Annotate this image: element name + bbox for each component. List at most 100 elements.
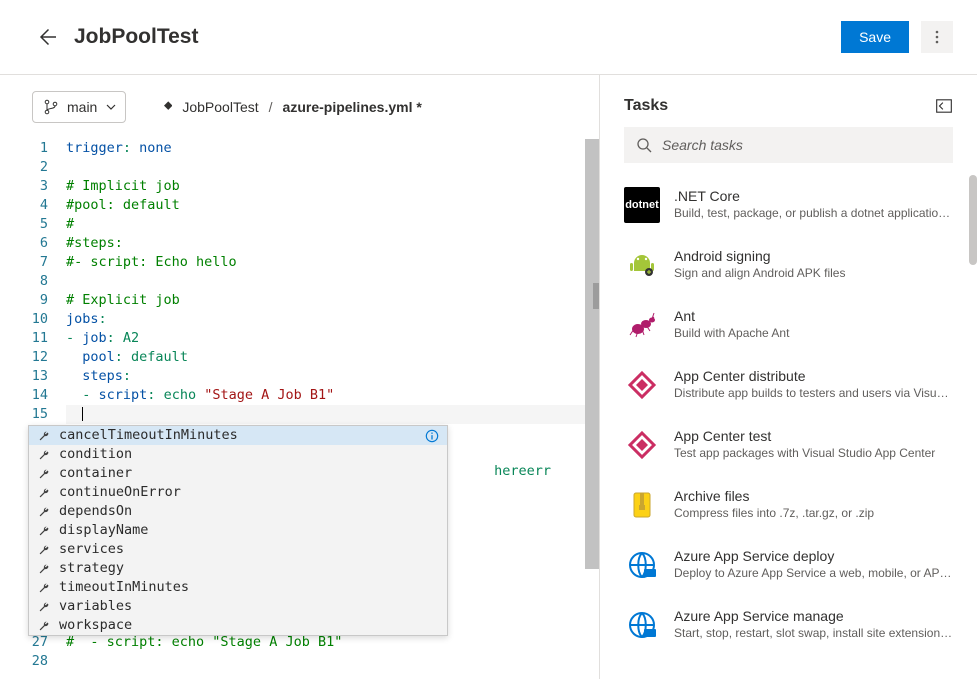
code-line[interactable]: #pool: default [66,196,591,215]
branch-name: main [67,99,97,115]
suggest-item[interactable]: dependsOn [29,502,447,521]
suggest-item[interactable]: displayName [29,521,447,540]
task-title: Azure App Service manage [674,607,953,625]
code-line[interactable]: - script: echo "Stage A Job B1" [66,386,591,405]
editor-scrollbar[interactable] [585,139,599,679]
dotnet-icon: dotnet [624,187,660,223]
task-list-scrollbar[interactable] [969,175,977,679]
task-item-android[interactable]: Android signingSign and align Android AP… [600,235,965,295]
task-item-asdeploy[interactable]: Azure App Service deployDeploy to Azure … [600,535,965,595]
code-line[interactable] [66,405,591,424]
suggest-item-label: continueOnError [59,483,439,502]
breadcrumb-project[interactable]: JobPoolTest [182,99,258,115]
task-desc: Test app packages with Visual Studio App… [674,445,953,461]
wrench-icon [37,543,51,557]
intellisense-popup[interactable]: cancelTimeoutInMinutesconditioncontainer… [28,425,448,636]
task-title: App Center distribute [674,367,953,385]
wrench-icon [37,448,51,462]
wrench-icon [37,429,51,443]
suggest-item-label: container [59,464,439,483]
code-line[interactable]: pool: default [66,348,591,367]
info-icon[interactable] [425,429,439,443]
wrench-icon [37,619,51,633]
task-list-scrollbar-thumb[interactable] [969,175,977,265]
wrench-icon [37,581,51,595]
task-title: Archive files [674,487,953,505]
code-line[interactable]: trigger: none [66,139,591,158]
expand-pane-icon[interactable] [935,97,953,115]
branch-selector[interactable]: main [32,91,126,123]
suggest-item-label: dependsOn [59,502,439,521]
suggest-item[interactable]: timeoutInMinutes [29,578,447,597]
tasks-heading: Tasks [624,97,935,115]
code-line[interactable]: steps: [66,367,591,386]
text-cursor [82,407,83,421]
task-desc: Build, test, package, or publish a dotne… [674,205,953,221]
chevron-down-icon [105,101,117,113]
suggest-item[interactable]: strategy [29,559,447,578]
wrench-icon [37,486,51,500]
suggest-item[interactable]: services [29,540,447,559]
task-item-asmanage[interactable]: Azure App Service manageStart, stop, res… [600,595,965,655]
archive-icon [624,487,660,523]
page-header: JobPoolTest Save [0,0,977,75]
search-icon [636,137,652,153]
search-tasks-input[interactable] [624,127,953,163]
code-line[interactable] [66,272,591,291]
suggest-item-label: variables [59,597,439,616]
editor-pane: main JobPoolTest / azure-pipelines.yml *… [0,75,600,679]
suggest-item[interactable]: cancelTimeoutInMinutes [29,426,447,445]
suggest-item[interactable]: container [29,464,447,483]
code-line[interactable]: - job: A2 [66,329,591,348]
task-item-actest[interactable]: App Center testTest app packages with Vi… [600,415,965,475]
save-button[interactable]: Save [841,21,909,53]
suggest-item[interactable]: condition [29,445,447,464]
wrench-icon [37,562,51,576]
task-desc: Compress files into .7z, .tar.gz, or .zi… [674,505,953,521]
appservice-icon [624,607,660,643]
task-desc: Distribute app builds to testers and use… [674,385,953,401]
task-item-dotnet[interactable]: dotnet.NET CoreBuild, test, package, or … [600,175,965,235]
code-line[interactable]: # Implicit job [66,177,591,196]
task-item-archive[interactable]: Archive filesCompress files into .7z, .t… [600,475,965,535]
task-list: dotnet.NET CoreBuild, test, package, or … [600,175,977,679]
task-item-ant[interactable]: AntBuild with Apache Ant [600,295,965,355]
android-icon [624,247,660,283]
appservice-icon [624,547,660,583]
task-title: Ant [674,307,953,325]
code-line[interactable] [66,158,591,177]
suggest-item[interactable]: variables [29,597,447,616]
task-title: App Center test [674,427,953,445]
task-title: Android signing [674,247,953,265]
back-arrow-icon[interactable] [36,27,56,47]
suggest-item-label: condition [59,445,439,464]
code-line[interactable]: jobs: [66,310,591,329]
wrench-icon [37,505,51,519]
suggest-item-label: workspace [59,616,439,635]
task-desc: Deploy to Azure App Service a web, mobil… [674,565,953,581]
ant-icon [624,307,660,343]
code-line[interactable]: # Explicit job [66,291,591,310]
page-title: JobPoolTest [74,25,841,49]
task-title: Azure App Service deploy [674,547,953,565]
task-item-acdist[interactable]: App Center distributeDistribute app buil… [600,355,965,415]
code-editor[interactable]: 1234567891011121314151617181920212223242… [0,139,599,679]
task-desc: Start, stop, restart, slot swap, install… [674,625,953,641]
code-line[interactable] [66,652,591,671]
wrench-icon [37,524,51,538]
code-line[interactable]: #- script: Echo hello [66,253,591,272]
code-line[interactable]: # [66,215,591,234]
editor-scrollbar-thumb[interactable] [585,139,599,569]
suggest-item[interactable]: continueOnError [29,483,447,502]
breadcrumb-separator: / [269,99,273,115]
more-actions-button[interactable] [921,21,953,53]
wrench-icon [37,600,51,614]
suggest-item[interactable]: workspace [29,616,447,635]
suggest-item-label: displayName [59,521,439,540]
appcenter-icon [624,427,660,463]
task-desc: Sign and align Android APK files [674,265,953,281]
code-line[interactable]: #steps: [66,234,591,253]
suggest-item-label: timeoutInMinutes [59,578,439,597]
wrench-icon [37,467,51,481]
project-icon [156,99,172,115]
